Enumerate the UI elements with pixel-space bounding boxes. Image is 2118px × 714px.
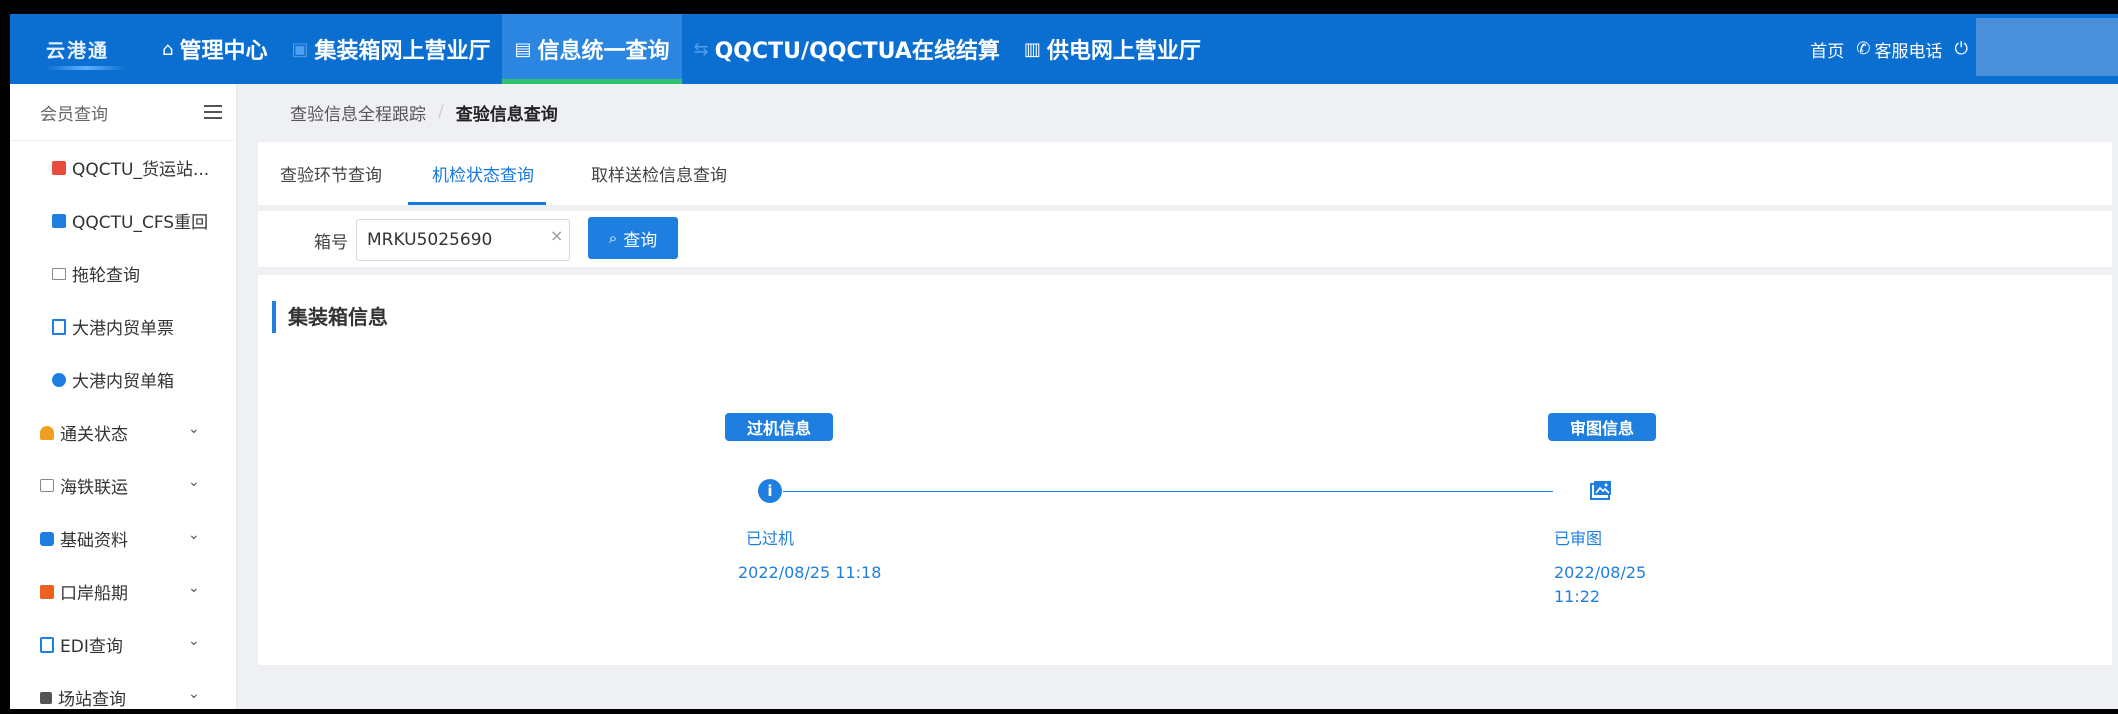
nav-item-label: QQCTU/QQCTUA在线结算: [714, 39, 1000, 64]
customs-icon: [40, 425, 54, 440]
tab-inspection-step[interactable]: 查验环节查询: [280, 142, 382, 205]
sidebar-item-label: QQCTU_货运站...: [72, 160, 210, 180]
query-button-label: 查询: [623, 230, 658, 251]
breadcrumb-parent[interactable]: 查验信息全程跟踪: [290, 100, 426, 125]
chevron-down-icon: ⌄: [188, 421, 200, 437]
chevron-down-icon: ⌄: [188, 474, 200, 490]
sidebar-item-label: 口岸船期: [60, 584, 128, 604]
sidebar-item-domestic-bill[interactable]: 大港内贸单票: [10, 300, 236, 353]
chevron-down-icon: ⌄: [188, 580, 200, 596]
report-icon: [52, 160, 66, 175]
power-icon[interactable]: ⏻: [1955, 39, 1968, 59]
sidebar-item-edi-query[interactable]: EDI查询 ⌄: [10, 618, 236, 671]
info-icon: i: [758, 479, 782, 503]
train-icon: [40, 479, 54, 492]
logo-underline: [46, 66, 126, 70]
document-icon: ▤: [514, 38, 532, 60]
nav-item-label: 管理中心: [179, 39, 268, 64]
review-time: 2022/08/25 11:22: [1554, 561, 1646, 609]
sidebar-item-label: 基础资料: [60, 531, 128, 551]
sidebar-title: 会员查询: [40, 104, 108, 125]
breadcrumb: 查验信息全程跟踪 / 查验信息查询: [290, 84, 558, 140]
search-bar: 箱号 × ⌕ 查询: [258, 211, 2112, 267]
home-link[interactable]: 首页: [1810, 37, 1844, 62]
container-no-label: 箱号: [314, 233, 348, 253]
tab-bar: 查验环节查询 机检状态查询 取样送检信息查询: [258, 142, 2112, 205]
timeline-connector: [783, 491, 1553, 492]
chevron-down-icon: ⌄: [188, 527, 200, 543]
review-status: 已审图: [1554, 529, 1603, 548]
sidebar: 会员查询 QQCTU_货运站... QQCTU_CFS重回 拖轮查询 大港内贸单…: [10, 84, 237, 709]
container-no-input[interactable]: [356, 219, 570, 261]
clear-input-icon[interactable]: ×: [550, 226, 563, 245]
yard-icon: [40, 691, 52, 704]
schedule-icon: [40, 584, 54, 599]
breadcrumb-current: 查验信息查询: [455, 104, 558, 125]
hamburger-menu-icon[interactable]: [204, 101, 222, 123]
nav-item-info-query[interactable]: ▤ 信息统一查询: [502, 14, 682, 84]
user-avatar-area[interactable]: [1976, 18, 2118, 76]
breadcrumb-separator: /: [438, 102, 444, 122]
app-logo[interactable]: 云港通: [46, 14, 126, 84]
sidebar-item-yard-query[interactable]: 场站查询 ⌄: [10, 671, 236, 709]
top-nav: ⌂ 管理中心 ▣ 集装箱网上营业厅 ▤ 信息统一查询 ⇆ QQCTU/QQCTU…: [150, 14, 1213, 84]
image-review-badge: 审图信息: [1548, 413, 1656, 441]
nav-item-container-hall[interactable]: ▣ 集装箱网上营业厅: [279, 14, 502, 84]
scan-status: 已过机: [746, 529, 795, 548]
clipboard-icon: ▥: [1023, 38, 1041, 60]
query-button[interactable]: ⌕ 查询: [588, 217, 678, 259]
sidebar-item-label: QQCTU_CFS重回: [72, 213, 209, 233]
nav-item-online-settlement[interactable]: ⇆ QQCTU/QQCTUA在线结算: [682, 14, 1012, 84]
tab-sampling-info[interactable]: 取样送检信息查询: [591, 142, 727, 205]
sidebar-item-cfs-return[interactable]: QQCTU_CFS重回: [10, 194, 236, 247]
container-icon: ▣: [291, 38, 309, 60]
sidebar-item-customs-status[interactable]: 通关状态 ⌄: [10, 406, 236, 459]
panel-title: 集装箱信息: [272, 301, 388, 333]
nav-item-label: 信息统一查询: [537, 39, 670, 64]
sidebar-item-label: 拖轮查询: [72, 266, 140, 286]
sidebar-item-basic-data[interactable]: 基础资料 ⌄: [10, 512, 236, 565]
service-phone-link[interactable]: 客服电话: [1875, 37, 1943, 62]
edi-icon: [40, 636, 54, 653]
app-frame: 云港通 ⌂ 管理中心 ▣ 集装箱网上营业厅 ▤ 信息统一查询 ⇆ QQCTU/Q…: [10, 14, 2118, 709]
nav-item-power-hall[interactable]: ▥ 供电网上营业厅: [1012, 14, 1213, 84]
top-navbar: 云港通 ⌂ 管理中心 ▣ 集装箱网上营业厅 ▤ 信息统一查询 ⇆ QQCTU/Q…: [10, 14, 2118, 84]
calendar-icon: [52, 213, 66, 228]
active-tab-indicator: [408, 202, 546, 205]
ship-icon: [52, 267, 66, 280]
sidebar-item-label: 海铁联运: [60, 478, 128, 498]
sidebar-item-label: 大港内贸单箱: [72, 372, 174, 392]
tab-machine-check-status[interactable]: 机检状态查询: [432, 142, 534, 205]
container-info-panel: 集装箱信息 过机信息 i 已过机 2022/08/25 11:18 审图信息 已…: [258, 275, 2112, 665]
sidebar-item-freight-station[interactable]: QQCTU_货运站...: [10, 141, 236, 194]
review-time-date: 2022/08/25: [1554, 563, 1647, 582]
chevron-down-icon: ⌄: [188, 686, 200, 702]
sidebar-item-domestic-container[interactable]: 大港内贸单箱: [10, 353, 236, 406]
nav-item-management[interactable]: ⌂ 管理中心: [150, 14, 279, 84]
sidebar-item-port-schedule[interactable]: 口岸船期 ⌄: [10, 565, 236, 618]
chevron-down-icon: ⌄: [188, 633, 200, 649]
sidebar-item-label: 场站查询: [58, 690, 126, 709]
sidebar-item-sea-rail[interactable]: 海铁联运 ⌄: [10, 459, 236, 512]
scan-info-badge: 过机信息: [725, 413, 833, 441]
phone-icon: ✆: [1856, 39, 1871, 59]
clipboard-icon: [52, 318, 66, 335]
top-right-links: 首页 ✆ 客服电话 ⏻: [1798, 14, 1968, 84]
review-time-clock: 11:22: [1554, 587, 1601, 606]
sidebar-item-tugboat[interactable]: 拖轮查询: [10, 247, 236, 300]
sidebar-item-label: EDI查询: [60, 637, 123, 657]
search-icon: ⌕: [608, 229, 618, 247]
exchange-icon: ⇆: [693, 38, 709, 60]
globe-icon: [52, 372, 66, 387]
nav-item-label: 供电网上营业厅: [1046, 39, 1201, 64]
scan-time: 2022/08/25 11:18: [738, 563, 882, 582]
sidebar-item-label: 通关状态: [60, 425, 128, 445]
database-icon: [40, 531, 54, 546]
main-content: 查验信息全程跟踪 / 查验信息查询 查验环节查询 机检状态查询 取样送检信息查询…: [236, 84, 2118, 709]
nav-item-label: 集装箱网上营业厅: [314, 39, 491, 64]
sidebar-header: 会员查询: [10, 84, 236, 141]
image-icon: [1590, 481, 1611, 500]
home-icon: ⌂: [162, 38, 174, 60]
sidebar-item-label: 大港内贸单票: [72, 319, 174, 339]
